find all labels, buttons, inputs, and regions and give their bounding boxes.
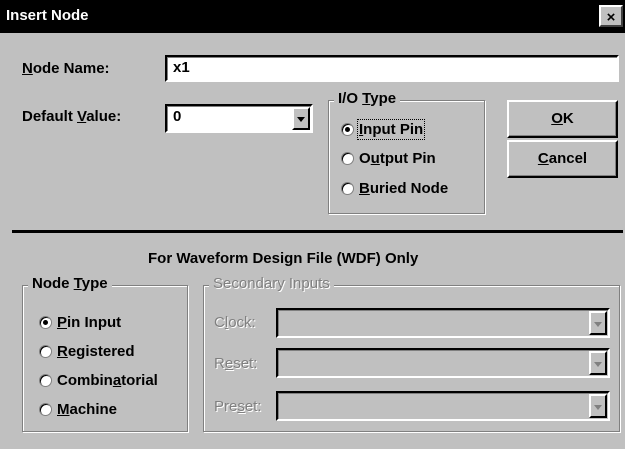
reset-label: Reset: (214, 355, 258, 372)
reset-dropdown[interactable] (276, 348, 610, 378)
secondary-inputs-legend: Secondary Inputs (209, 275, 334, 292)
chevron-down-icon (297, 117, 305, 122)
section-divider (12, 230, 623, 233)
reset-dropdown-button[interactable] (589, 351, 607, 375)
wdf-section-label: For Waveform Design File (WDF) Only (148, 250, 419, 267)
radio-unselected-icon (341, 182, 354, 195)
title-bar[interactable]: Insert Node × (0, 0, 625, 33)
radio-machine[interactable]: Machine (39, 401, 117, 418)
preset-dropdown[interactable] (276, 391, 610, 421)
chevron-down-icon (594, 322, 602, 327)
radio-buried-node[interactable]: Buried Node (341, 180, 448, 197)
radio-selected-icon (341, 123, 354, 136)
default-value-selected: 0 (173, 108, 182, 125)
radio-combinatorial[interactable]: Combinatorial (39, 372, 158, 389)
radio-label: Buried Node (359, 180, 449, 197)
node-type-legend: Node Type (28, 275, 112, 292)
chevron-down-icon (594, 362, 602, 367)
radio-label: Input Pin (356, 119, 426, 140)
cancel-button[interactable]: Cancel (507, 140, 618, 178)
radio-unselected-icon (341, 152, 354, 165)
node-name-value: x1 (173, 59, 190, 76)
default-value-dropdown[interactable]: 0 (165, 104, 313, 133)
clock-label: Clock: (214, 314, 256, 331)
radio-unselected-icon (39, 345, 52, 358)
chevron-down-icon (594, 405, 602, 410)
radio-output-pin[interactable]: Output Pin (341, 150, 436, 167)
close-button[interactable]: × (599, 5, 623, 27)
node-name-label: Node Name: (22, 60, 110, 77)
default-value-dropdown-button[interactable] (292, 107, 310, 130)
node-name-field[interactable]: x1 (165, 55, 619, 82)
preset-dropdown-button[interactable] (589, 394, 607, 418)
radio-pin-input[interactable]: Pin Input (39, 314, 121, 331)
ok-button[interactable]: OK (507, 100, 618, 138)
io-type-legend: I/O Type (334, 90, 401, 107)
radio-label: Output Pin (359, 150, 436, 167)
preset-label: Preset: (214, 398, 262, 415)
radio-unselected-icon (39, 374, 52, 387)
radio-selected-icon (39, 316, 52, 329)
radio-unselected-icon (39, 403, 52, 416)
radio-label: Registered (57, 343, 135, 360)
radio-label: Pin Input (57, 314, 122, 331)
window-title: Insert Node (6, 7, 89, 24)
radio-label: Machine (57, 401, 118, 418)
radio-label: Combinatorial (57, 372, 158, 389)
clock-dropdown[interactable] (276, 308, 610, 338)
clock-dropdown-button[interactable] (589, 311, 607, 335)
radio-registered[interactable]: Registered (39, 343, 135, 360)
default-value-label: Default Value: (22, 108, 122, 125)
radio-input-pin[interactable]: Input Pin (341, 119, 426, 140)
